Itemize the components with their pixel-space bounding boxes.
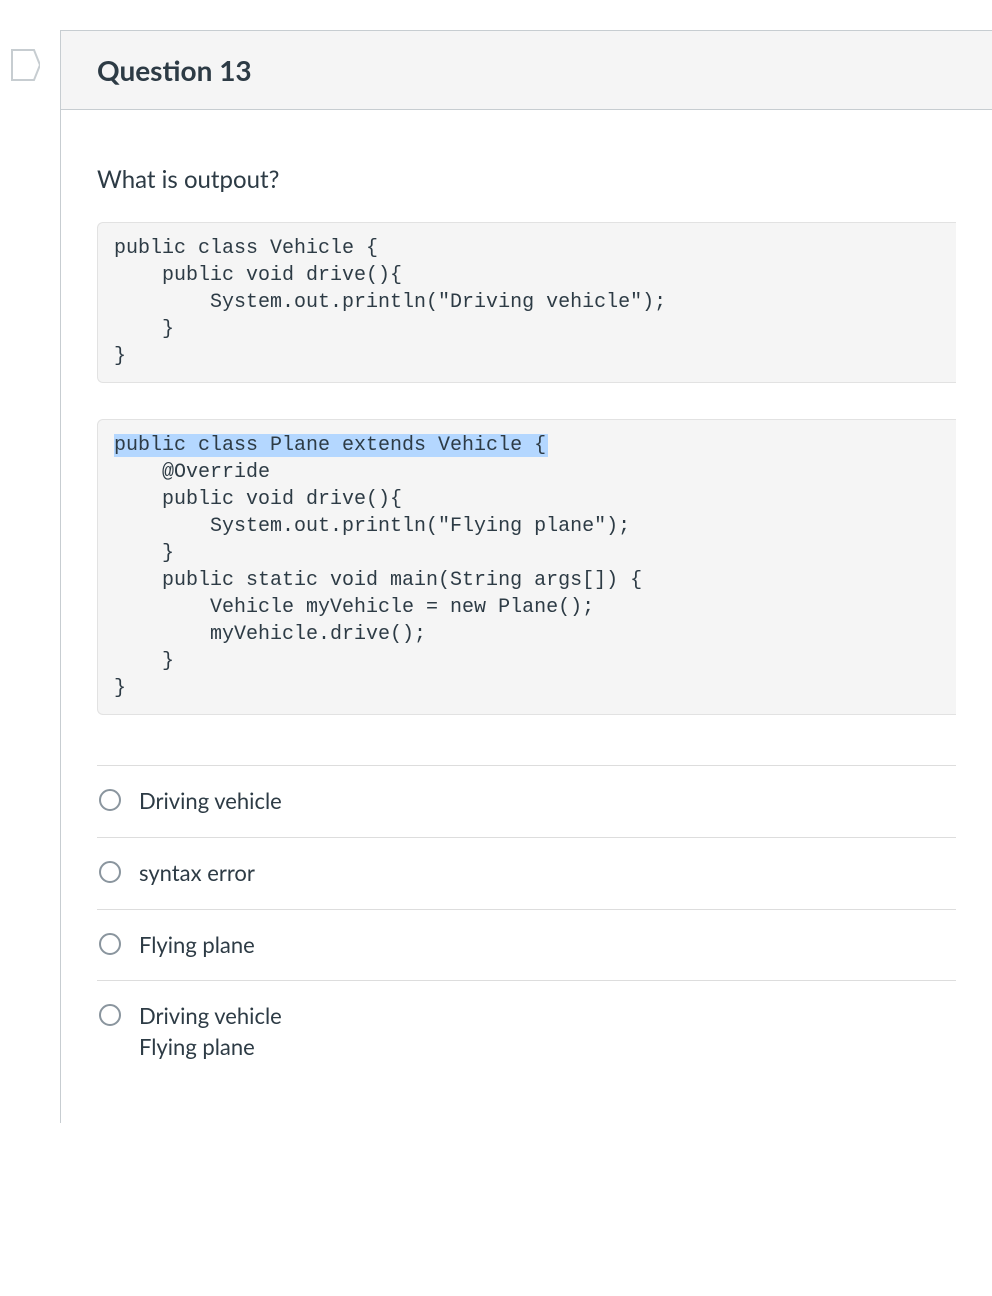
question-card: Question 13 What is outpout? public clas… xyxy=(60,30,992,1123)
question-header: Question 13 xyxy=(61,31,992,110)
bookmark-icon[interactable] xyxy=(10,48,40,82)
code-block-1: public class Vehicle { public void drive… xyxy=(97,222,956,383)
answer-text: syntax error xyxy=(139,858,255,889)
radio-icon[interactable] xyxy=(99,1004,121,1026)
answer-option[interactable]: Driving vehicle xyxy=(97,765,956,837)
answer-text: Flying plane xyxy=(139,930,255,961)
answer-option[interactable]: syntax error xyxy=(97,837,956,909)
radio-icon[interactable] xyxy=(99,789,121,811)
answer-option[interactable]: Flying plane xyxy=(97,909,956,981)
answer-list: Driving vehicle syntax error Flying plan… xyxy=(97,765,956,1083)
radio-icon[interactable] xyxy=(99,861,121,883)
answer-option[interactable]: Driving vehicle Flying plane xyxy=(97,980,956,1083)
answer-text: Driving vehicle xyxy=(139,786,282,817)
code-rest: @Override public void drive(){ System.ou… xyxy=(114,461,642,700)
question-title: Question 13 xyxy=(97,53,956,87)
question-prompt: What is outpout? xyxy=(97,165,956,194)
answer-text: Driving vehicle Flying plane xyxy=(139,1001,282,1063)
radio-icon[interactable] xyxy=(99,933,121,955)
code-highlight: public class Plane extends Vehicle { xyxy=(114,434,548,457)
question-body: What is outpout? public class Vehicle { … xyxy=(61,110,992,1123)
code-block-2: public class Plane extends Vehicle { @Ov… xyxy=(97,419,956,715)
